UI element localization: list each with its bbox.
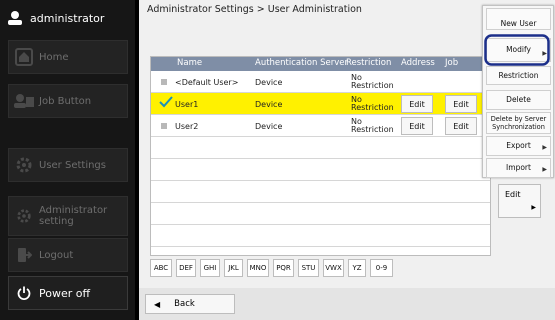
table-row[interactable]: <Default User> Device No Restriction: [151, 71, 490, 93]
sidebar-item-logout[interactable]: Logout: [8, 238, 128, 272]
index-tab[interactable]: MNO: [247, 259, 269, 277]
row-divider: [151, 180, 490, 181]
new-user-button[interactable]: New User: [486, 8, 551, 30]
auth-cell: Device: [255, 78, 283, 87]
auth-cell: Device: [255, 122, 283, 131]
user-table: Name Authentication Server Restriction A…: [150, 56, 491, 256]
checkbox-icon[interactable]: [161, 79, 167, 85]
sidebar-item-administrator-setting[interactable]: Administrator setting: [8, 196, 128, 236]
user-name-cell: User2: [175, 122, 199, 131]
sidebar-item-label: Logout: [39, 249, 74, 261]
restriction-cell: No Restriction: [351, 117, 394, 134]
table-header: Name Authentication Server Restriction A…: [151, 57, 490, 71]
table-row[interactable]: User1 Device No Restriction Edit Edit: [151, 93, 490, 115]
checkbox-icon[interactable]: [161, 123, 167, 129]
back-arrow-icon: ◀: [154, 299, 161, 309]
user-indicator: administrator: [0, 0, 135, 36]
row-divider: [151, 246, 490, 247]
index-tab[interactable]: STU: [298, 259, 319, 277]
import-label: Import: [506, 163, 531, 172]
index-tabs: ABC DEF GHI JKL MNO PQR STU VWX YZ 0-9: [150, 259, 397, 277]
chevron-right-icon: ▶: [542, 166, 547, 173]
column-header-job: Job: [445, 58, 459, 68]
job-icon: [9, 93, 39, 109]
address-edit-button[interactable]: Edit: [401, 117, 433, 135]
check-icon[interactable]: [159, 95, 173, 111]
export-label: Export: [506, 141, 531, 150]
action-menu: New User Modify ▶ Restriction Delete Del…: [482, 5, 554, 178]
power-icon: [9, 286, 39, 300]
sidebar-item-label: Administrator setting: [39, 205, 108, 227]
auth-cell: Device: [255, 100, 283, 109]
user-name-cell: <Default User>: [175, 78, 239, 87]
column-header-name: Name: [177, 58, 203, 68]
delete-button[interactable]: Delete: [486, 90, 551, 110]
sidebar-item-job-button[interactable]: Job Button: [8, 84, 128, 118]
restriction-cell: No Restriction: [351, 95, 394, 112]
sidebar: administrator Home Job Button User Setti…: [0, 0, 135, 320]
side-edit-label: Edit: [505, 190, 521, 199]
address-edit-button[interactable]: Edit: [401, 95, 433, 113]
side-edit-button[interactable]: Edit ▶: [498, 184, 541, 218]
index-tab[interactable]: ABC: [150, 259, 172, 277]
main-panel: Administrator Settings > User Administra…: [139, 0, 555, 320]
gear-icon: [9, 208, 39, 224]
sidebar-item-label: Home: [39, 51, 69, 63]
index-tab[interactable]: 0-9: [370, 259, 393, 277]
row-divider: [151, 224, 490, 225]
user-name-cell: User1: [175, 100, 199, 109]
restriction-cell: No Restriction: [351, 73, 394, 90]
index-tab[interactable]: YZ: [348, 259, 366, 277]
index-tab[interactable]: PQR: [273, 259, 294, 277]
index-tab[interactable]: DEF: [176, 259, 196, 277]
restriction-button[interactable]: Restriction: [486, 66, 551, 85]
breadcrumb: Administrator Settings > User Administra…: [147, 4, 362, 15]
power-off-label: Power off: [39, 286, 91, 300]
job-edit-button[interactable]: Edit: [445, 95, 477, 113]
column-header-address: Address: [401, 58, 435, 68]
table-row[interactable]: User2 Device No Restriction Edit Edit: [151, 115, 490, 137]
back-label: Back: [174, 299, 195, 309]
index-tab[interactable]: GHI: [200, 259, 220, 277]
power-off-button[interactable]: Power off: [8, 276, 128, 310]
column-header-restriction: Restriction: [346, 58, 392, 68]
sidebar-item-user-settings[interactable]: User Settings: [8, 148, 128, 182]
user-icon: [0, 10, 30, 26]
home-icon: [9, 48, 39, 66]
row-divider: [151, 158, 490, 159]
back-button[interactable]: ◀ Back: [145, 294, 235, 314]
gear-icon: [9, 156, 39, 174]
logout-icon: [9, 247, 39, 263]
footer-bar: ◀ Back: [139, 288, 555, 320]
index-tab[interactable]: VWX: [323, 259, 344, 277]
delete-by-server-sync-button[interactable]: Delete by Server Synchronization: [486, 112, 551, 134]
chevron-right-icon: ▶: [531, 204, 536, 211]
column-header-auth: Authentication Server: [255, 58, 348, 68]
sidebar-item-home[interactable]: Home: [8, 40, 128, 74]
sidebar-item-label: User Settings: [39, 159, 106, 171]
user-name: administrator: [30, 11, 105, 25]
export-button[interactable]: Export ▶: [486, 136, 551, 156]
index-tab[interactable]: JKL: [224, 259, 243, 277]
row-divider: [151, 202, 490, 203]
focus-ring: [484, 34, 550, 66]
import-button[interactable]: Import ▶: [486, 158, 551, 178]
chevron-right-icon: ▶: [542, 144, 547, 151]
sidebar-item-label: Job Button: [39, 95, 92, 107]
job-edit-button[interactable]: Edit: [445, 117, 477, 135]
